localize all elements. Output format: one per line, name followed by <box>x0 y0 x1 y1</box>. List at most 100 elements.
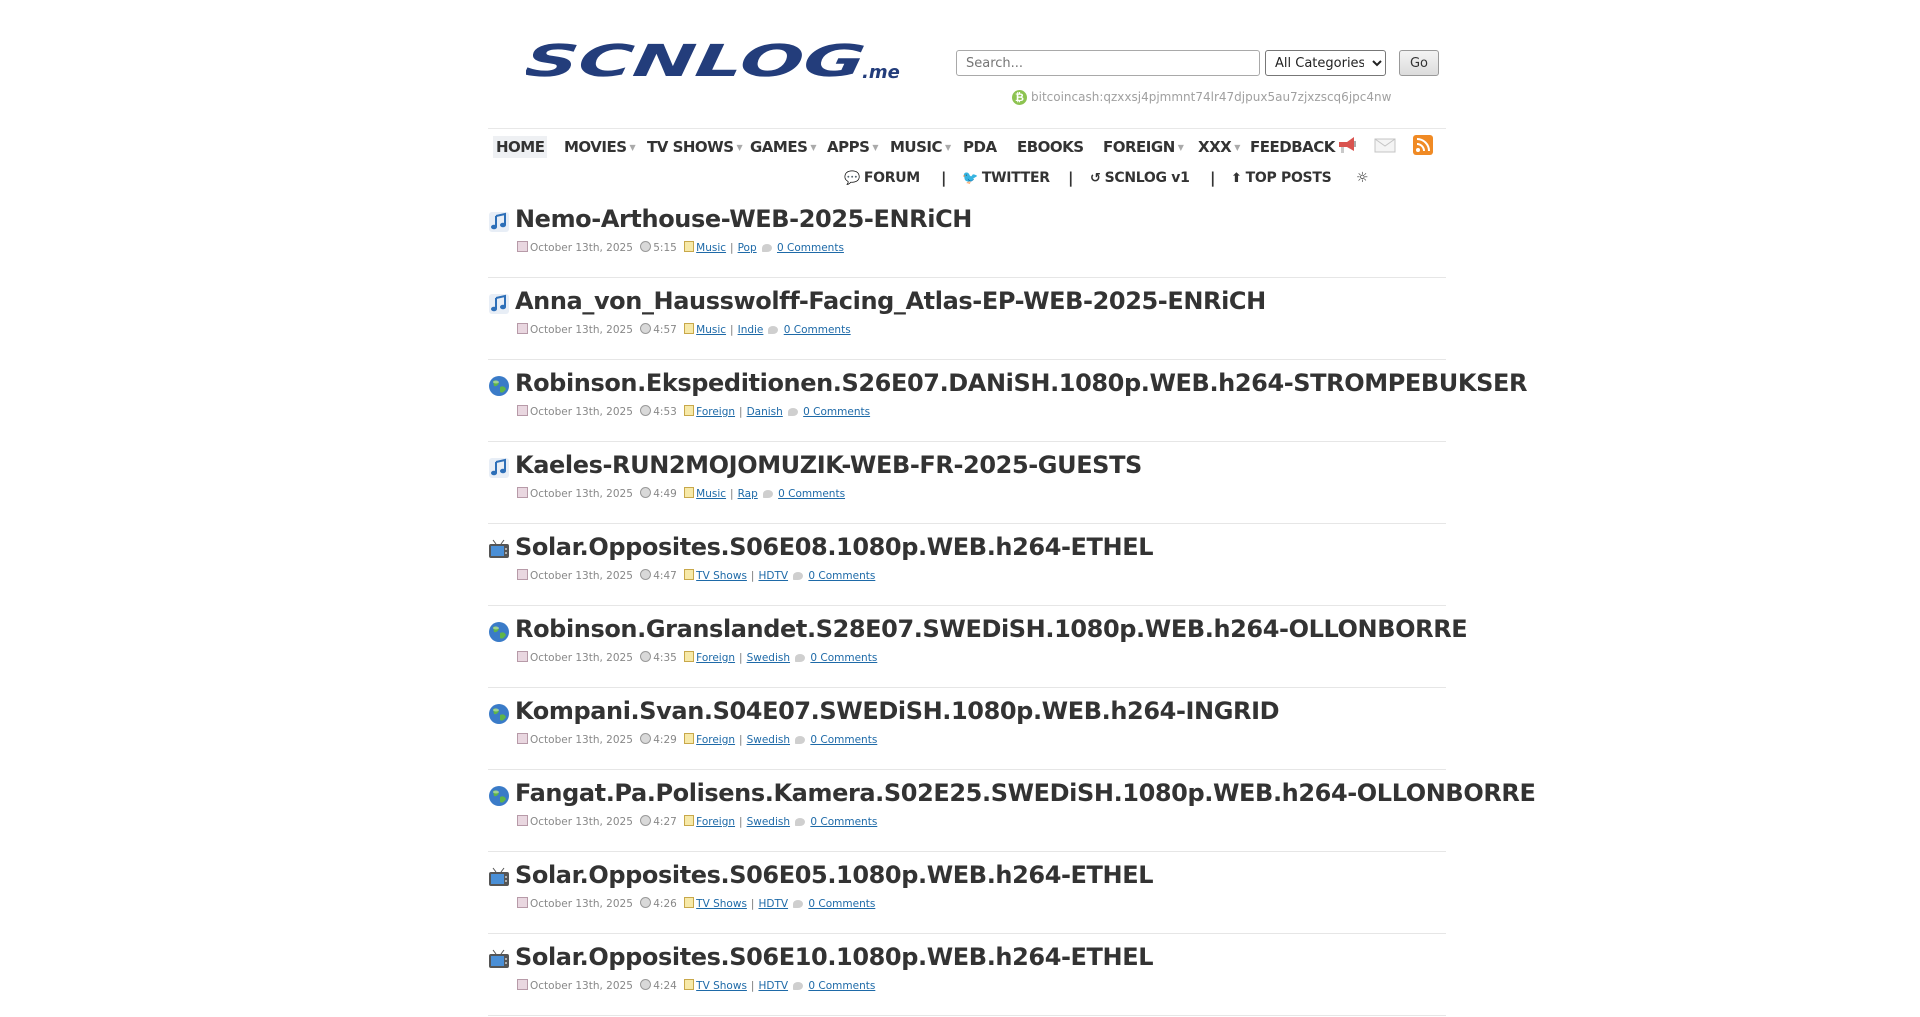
calendar-icon <box>517 815 528 826</box>
nav-apps[interactable]: APPS ▼ <box>827 138 879 156</box>
post-meta: October 13th, 2025 4:57 Music | Indie 0 Co… <box>517 323 851 336</box>
separator: | <box>739 816 743 828</box>
clock-icon <box>640 569 652 580</box>
post-title-link[interactable]: Kompani.Svan.S04E07.SWEDiSH.1080p.WEB.h2… <box>515 697 1280 725</box>
separator: | <box>739 406 743 418</box>
theme-toggle-icon[interactable]: ☼ <box>1356 170 1369 186</box>
category-icon <box>684 323 695 334</box>
comments-link[interactable]: 0 Comments <box>803 406 870 418</box>
comments-link[interactable]: 0 Comments <box>784 324 851 336</box>
comment-icon <box>795 654 806 662</box>
post-title-link[interactable]: Robinson.Ekspeditionen.S26E07.DANiSH.108… <box>515 369 1527 397</box>
nav-feedback[interactable]: FEEDBACK <box>1250 138 1335 156</box>
top-posts-link[interactable]: ⬆ TOP POSTS <box>1231 170 1332 186</box>
post-title-link[interactable]: Anna_von_Hausswolff-Facing_Atlas-EP-WEB-… <box>515 287 1266 315</box>
category-select[interactable]: All Categories <box>1265 50 1386 76</box>
subcategory-link[interactable]: Swedish <box>747 652 790 664</box>
post-time: 4:26 <box>653 898 677 910</box>
comments-link[interactable]: 0 Comments <box>810 816 877 828</box>
category-link[interactable]: Foreign <box>696 816 735 828</box>
clock-icon <box>640 405 652 416</box>
mail-icon[interactable] <box>1374 134 1396 156</box>
nav-ebooks[interactable]: EBOOKS <box>1017 138 1084 156</box>
category-link[interactable]: Music <box>696 488 726 500</box>
comments-link[interactable]: 0 Comments <box>777 242 844 254</box>
nav-music[interactable]: MUSIC ▼ <box>890 138 951 156</box>
post-item: Solar.Opposites.S06E05.1080p.WEB.h264-ET… <box>488 853 1446 934</box>
post-title-link[interactable]: Nemo-Arthouse-WEB-2025-ENRiCH <box>515 205 972 233</box>
post-list: Nemo-Arthouse-WEB-2025-ENRiCH October 13t… <box>488 197 1536 1017</box>
nav-games[interactable]: GAMES ▼ <box>750 138 817 156</box>
post-date: October 13th, 2025 <box>530 980 633 992</box>
svg-text:.me: .me <box>862 62 900 83</box>
page-container: SCNLOG .me All Categories Go ₿ bitcoincas… <box>488 0 1536 1016</box>
music-note-icon <box>488 457 510 479</box>
category-link[interactable]: TV Shows <box>696 570 747 582</box>
nav-pda[interactable]: PDA <box>963 138 997 156</box>
subcategory-link[interactable]: Rap <box>738 488 758 500</box>
calendar-icon <box>517 897 528 908</box>
megaphone-icon[interactable] <box>1336 134 1358 156</box>
subcategory-link[interactable]: Pop <box>738 242 757 254</box>
post-title-link[interactable]: Solar.Opposites.S06E10.1080p.WEB.h264-ET… <box>515 943 1153 971</box>
scnlog-v1-label: SCNLOG v1 <box>1104 170 1190 186</box>
comments-link[interactable]: 0 Comments <box>808 570 875 582</box>
nav-xxx[interactable]: XXX ▼ <box>1198 138 1240 156</box>
go-button[interactable]: Go <box>1399 50 1439 76</box>
subcategory-link[interactable]: Danish <box>747 406 783 418</box>
logo-image: SCNLOG .me <box>526 40 900 84</box>
separator: | <box>730 242 734 254</box>
post-title-link[interactable]: Kaeles-RUN2MOJOMUZIK-WEB-FR-2025-GUESTS <box>515 451 1142 479</box>
comments-link[interactable]: 0 Comments <box>810 734 877 746</box>
post-date: October 13th, 2025 <box>530 242 633 254</box>
subcategory-link[interactable]: HDTV <box>758 980 788 992</box>
clock-icon <box>640 733 652 744</box>
dropdown-arrow-icon: ▼ <box>736 143 743 152</box>
category-link[interactable]: Foreign <box>696 406 735 418</box>
comments-link[interactable]: 0 Comments <box>810 652 877 664</box>
comments-link[interactable]: 0 Comments <box>808 898 875 910</box>
subcategory-link[interactable]: Swedish <box>747 816 790 828</box>
nav-movies[interactable]: MOVIES ▼ <box>564 138 636 156</box>
nav-ebooks-label: EBOOKS <box>1017 138 1084 156</box>
separator: | <box>941 169 947 187</box>
clock-icon <box>640 651 652 662</box>
category-link[interactable]: Foreign <box>696 652 735 664</box>
comments-link[interactable]: 0 Comments <box>778 488 845 500</box>
subcategory-link[interactable]: HDTV <box>758 898 788 910</box>
scnlog-v1-link[interactable]: ↺ SCNLOG v1 <box>1090 170 1190 186</box>
main-nav: HOME MOVIES ▼ TV SHOWS ▼ GAMES ▼ APPS ▼ MUSI… <box>488 128 1446 163</box>
category-link[interactable]: Music <box>696 324 726 336</box>
post-title-link[interactable]: Fangat.Pa.Polisens.Kamera.S02E25.SWEDiSH… <box>515 779 1536 807</box>
rss-icon[interactable] <box>1412 134 1434 156</box>
category-link[interactable]: TV Shows <box>696 980 747 992</box>
category-link[interactable]: Music <box>696 242 726 254</box>
calendar-icon <box>517 733 528 744</box>
nav-feedback-label: FEEDBACK <box>1250 138 1335 156</box>
post-item: Kaeles-RUN2MOJOMUZIK-WEB-FR-2025-GUESTS O… <box>488 443 1446 524</box>
post-title-link[interactable]: Solar.Opposites.S06E05.1080p.WEB.h264-ET… <box>515 861 1153 889</box>
twitter-link[interactable]: 🐦 TWITTER <box>962 170 1050 186</box>
nav-tv-shows[interactable]: TV SHOWS ▼ <box>647 138 743 156</box>
music-note-icon <box>488 293 510 315</box>
comment-icon <box>795 818 806 826</box>
subcategory-link[interactable]: HDTV <box>758 570 788 582</box>
post-time: 4:57 <box>653 324 677 336</box>
globe-icon <box>488 375 510 397</box>
forum-label: FORUM <box>863 170 920 186</box>
post-item: Nemo-Arthouse-WEB-2025-ENRiCH October 13t… <box>488 197 1446 278</box>
nav-foreign[interactable]: FOREIGN ▼ <box>1103 138 1184 156</box>
subcategory-link[interactable]: Indie <box>738 324 764 336</box>
subcategory-link[interactable]: Swedish <box>747 734 790 746</box>
category-link[interactable]: Foreign <box>696 734 735 746</box>
dropdown-arrow-icon: ▼ <box>810 143 817 152</box>
forum-link[interactable]: 💬 FORUM <box>844 170 920 186</box>
post-title-link[interactable]: Solar.Opposites.S06E08.1080p.WEB.h264-ET… <box>515 533 1153 561</box>
site-logo[interactable]: SCNLOG .me <box>526 40 916 84</box>
search-input[interactable] <box>956 50 1260 76</box>
post-title-link[interactable]: Robinson.Granslandet.S28E07.SWEDiSH.1080… <box>515 615 1468 643</box>
nav-home[interactable]: HOME <box>493 136 548 158</box>
post-meta: October 13th, 2025 4:53 Foreign | Danish 0… <box>517 405 870 418</box>
comments-link[interactable]: 0 Comments <box>808 980 875 992</box>
category-link[interactable]: TV Shows <box>696 898 747 910</box>
